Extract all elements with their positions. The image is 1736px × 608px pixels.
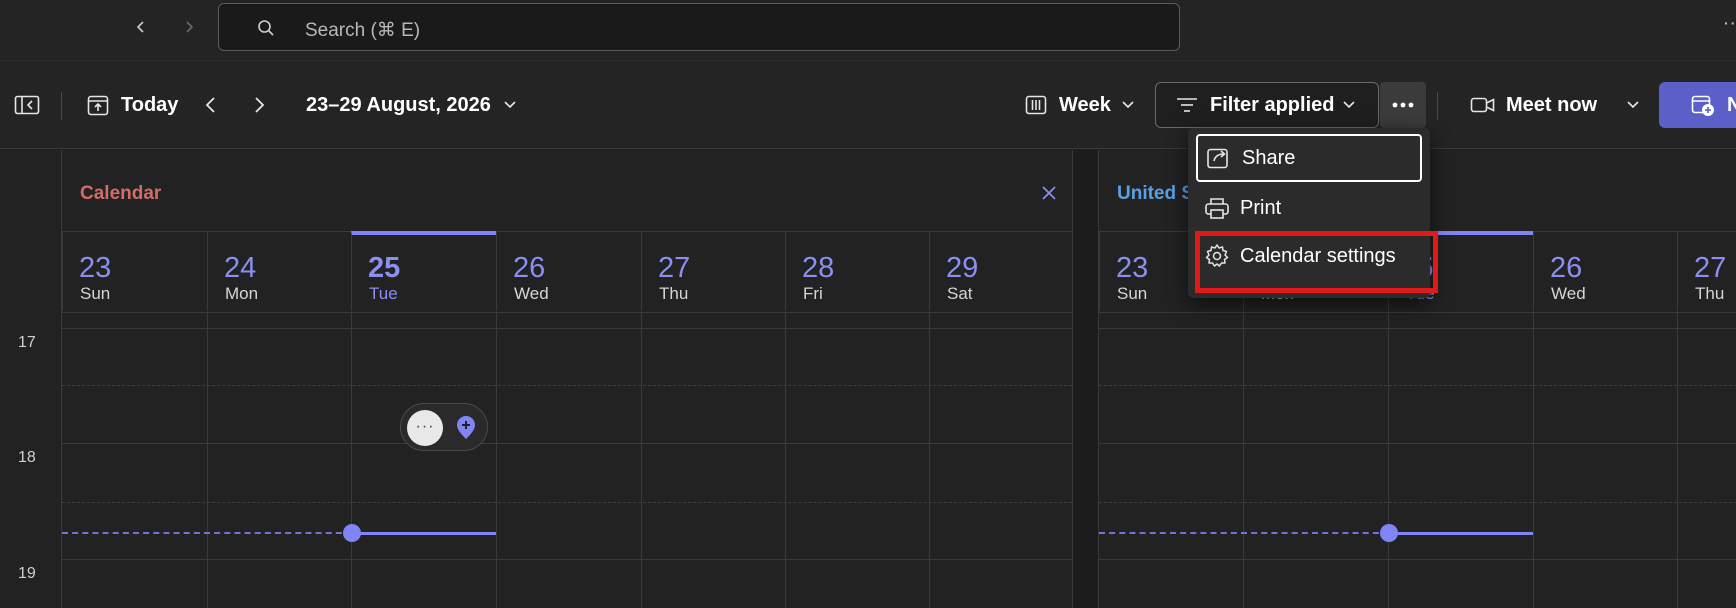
menu-item-share[interactable]: Share [1196, 134, 1422, 182]
day-number: 27 [1694, 252, 1727, 284]
day-number: 27 [658, 252, 691, 284]
current-time-line [1099, 532, 1389, 534]
next-week-button[interactable] [252, 85, 266, 125]
day-number: 26 [513, 252, 546, 284]
filter-label: Filter applied [1210, 93, 1335, 116]
calendar-name: Calendar [80, 183, 162, 204]
day-number: 29 [946, 252, 979, 284]
search-placeholder: Search (⌘ E) [305, 20, 421, 41]
day-name: Thu [1695, 284, 1725, 303]
filter-button[interactable]: Filter applied [1155, 82, 1379, 128]
time-grid[interactable] [1099, 312, 1736, 608]
day-header[interactable]: 27 Thu [1677, 231, 1736, 311]
chevron-right-icon [255, 97, 265, 113]
chevron-right-icon [186, 21, 194, 33]
day-name: Fri [803, 284, 823, 303]
hour-label: 18 [18, 449, 36, 466]
day-name: Thu [659, 284, 689, 303]
menu-item-print[interactable]: Print [1196, 184, 1422, 232]
pane-separator[interactable] [1072, 150, 1098, 608]
more-options-button[interactable] [1380, 82, 1426, 128]
printer-icon [1205, 198, 1229, 219]
current-time-line [62, 532, 352, 534]
sidebar-collapse-icon [14, 95, 40, 115]
day-number: 23 [79, 252, 112, 284]
day-number: 24 [224, 252, 257, 284]
toolbar-divider [61, 92, 62, 120]
chevron-left-icon [136, 21, 144, 33]
filter-icon [1177, 98, 1197, 112]
hour-label: 19 [18, 565, 36, 582]
hour-label: 17 [18, 334, 36, 351]
day-header[interactable]: 26 Wed [1533, 231, 1677, 311]
more-horizontal-icon [1392, 102, 1414, 108]
highlight-annotation [1195, 231, 1438, 293]
calendar-toolbar: Today 23–29 August, 2026 Week Filter app… [0, 61, 1736, 149]
new-label: N [1727, 93, 1736, 116]
time-gutter: 17 18 19 [0, 150, 62, 608]
close-icon[interactable] [1040, 184, 1058, 202]
menu-item-label: Share [1242, 146, 1296, 169]
previous-week-button[interactable] [204, 85, 218, 125]
chevron-down-icon [1122, 101, 1134, 109]
day-header[interactable]: 26 Wed [496, 231, 641, 311]
date-range-picker[interactable]: 23–29 August, 2026 [306, 85, 517, 125]
day-name: Sat [947, 284, 973, 303]
date-range-label: 23–29 August, 2026 [306, 93, 491, 116]
day-actions-pill: ··· [400, 403, 488, 451]
day-number: 23 [1116, 252, 1149, 284]
add-event-icon[interactable] [455, 416, 477, 440]
day-name: Sun [1117, 284, 1148, 303]
calendar-today-icon [87, 95, 109, 116]
day-header[interactable]: 23 Sun [62, 231, 207, 311]
window-overflow-icon[interactable]: ·· [1723, 12, 1736, 35]
meet-now-button[interactable]: Meet now [1470, 85, 1597, 125]
chevron-left-icon [205, 97, 215, 113]
day-name: Mon [225, 284, 259, 303]
search-icon [258, 20, 274, 36]
chevron-down-icon [504, 101, 516, 109]
day-header[interactable]: 29 Sat [929, 231, 1072, 311]
current-time-marker [343, 524, 361, 542]
day-number: 25 [368, 252, 401, 284]
day-header[interactable]: 28 Fri [785, 231, 929, 311]
day-header[interactable]: 27 Thu [641, 231, 785, 311]
current-time-line-today [352, 532, 496, 535]
current-time-line-today [1389, 532, 1533, 535]
meet-now-dropdown[interactable] [1626, 85, 1640, 125]
toggle-sidebar-button[interactable] [14, 85, 40, 125]
back-button[interactable] [127, 12, 155, 42]
chevron-down-icon [1627, 101, 1639, 109]
today-label: Today [121, 93, 179, 116]
day-header-today[interactable]: 25 Tue [351, 231, 496, 311]
video-camera-icon [1470, 97, 1495, 113]
day-name: Wed [1551, 284, 1586, 303]
search-input[interactable]: Search (⌘ E) [218, 3, 1180, 51]
day-header[interactable]: 24 Mon [207, 231, 351, 311]
menu-item-label: Print [1240, 196, 1282, 219]
toolbar-divider [1437, 92, 1438, 120]
title-bar: Search (⌘ E) ·· [0, 0, 1736, 61]
day-more-button[interactable]: ··· [407, 410, 443, 446]
day-name: Wed [514, 284, 549, 303]
view-switcher[interactable]: Week [1025, 85, 1135, 125]
calendar-add-icon [1691, 95, 1714, 116]
calendar-name: United S [1117, 183, 1195, 204]
forward-button[interactable] [175, 12, 203, 42]
meet-now-label: Meet now [1506, 93, 1598, 116]
calendar-pane-primary: 17 18 19 Calendar 23 Sun 24 Mon 25 Tue 2… [0, 150, 1072, 608]
time-grid[interactable] [62, 312, 1072, 608]
today-button[interactable]: Today [87, 85, 178, 125]
new-meeting-button[interactable]: N [1659, 82, 1736, 128]
day-name: Tue [369, 284, 398, 303]
chevron-down-icon [1343, 101, 1356, 109]
share-icon [1207, 148, 1228, 169]
view-label: Week [1059, 93, 1111, 116]
day-number: 26 [1550, 252, 1583, 284]
day-name: Sun [80, 284, 111, 303]
day-number: 28 [802, 252, 835, 284]
current-time-marker [1380, 524, 1398, 542]
week-view-icon [1025, 95, 1047, 115]
